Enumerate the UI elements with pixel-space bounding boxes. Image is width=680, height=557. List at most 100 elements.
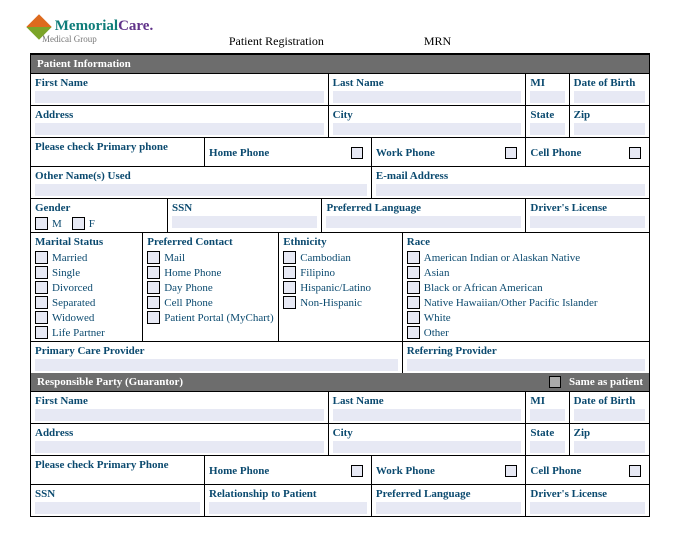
g-pref-lang-field[interactable] — [376, 502, 522, 514]
mrn-label: MRN — [424, 34, 451, 49]
marital-check-3[interactable] — [35, 296, 48, 309]
race-check-1[interactable] — [407, 266, 420, 279]
g-drivers-field[interactable] — [530, 502, 645, 514]
marital-label-3: Separated — [52, 297, 95, 309]
contact-label-4: Patient Portal (MyChart) — [164, 312, 273, 324]
mi-field[interactable] — [530, 91, 564, 103]
race-label-3: Native Hawaiian/Other Pacific Islander — [424, 297, 598, 309]
g-ssn-label: SSN — [35, 488, 200, 500]
race-label-1: Asian — [424, 267, 450, 279]
patient-form: Patient Information First Name Last Name… — [30, 53, 650, 517]
g-relationship-label: Relationship to Patient — [209, 488, 367, 500]
other-names-field[interactable] — [35, 184, 367, 196]
pref-lang-field[interactable] — [326, 216, 521, 228]
marital-check-1[interactable] — [35, 266, 48, 279]
marital-check-0[interactable] — [35, 251, 48, 264]
g-last-name-field[interactable] — [333, 409, 522, 421]
responsible-title: Responsible Party (Guarantor) — [37, 376, 183, 388]
g-mi-field[interactable] — [530, 409, 564, 421]
city-field[interactable] — [333, 123, 522, 135]
g-state-label: State — [530, 427, 564, 439]
race-check-2[interactable] — [407, 281, 420, 294]
contact-check-0[interactable] — [147, 251, 160, 264]
marital-label-2: Divorced — [52, 282, 93, 294]
ethnicity-label-2: Hispanic/Latino — [300, 282, 371, 294]
ethnicity-check-0[interactable] — [283, 251, 296, 264]
first-name-field[interactable] — [35, 91, 324, 103]
race-label-2: Black or African American — [424, 282, 543, 294]
race-check-4[interactable] — [407, 311, 420, 324]
g-address-label: Address — [35, 427, 324, 439]
g-pref-lang-label: Preferred Language — [376, 488, 522, 500]
zip-field[interactable] — [574, 123, 645, 135]
g-cell-phone-label: Cell Phone — [530, 465, 581, 477]
contact-label-3: Cell Phone — [164, 297, 213, 309]
ssn-field[interactable] — [172, 216, 318, 228]
race-check-0[interactable] — [407, 251, 420, 264]
section-responsible: Responsible Party (Guarantor) Same as pa… — [31, 373, 649, 391]
address-label: Address — [35, 109, 324, 121]
g-work-phone-check[interactable] — [505, 465, 517, 477]
marital-check-2[interactable] — [35, 281, 48, 294]
race-check-5[interactable] — [407, 326, 420, 339]
gender-f-check[interactable] — [72, 217, 85, 230]
gender-m-check[interactable] — [35, 217, 48, 230]
marital-label-4: Widowed — [52, 312, 94, 324]
pcp-field[interactable] — [35, 359, 398, 371]
g-first-name-field[interactable] — [35, 409, 324, 421]
g-relationship-field[interactable] — [209, 502, 367, 514]
same-as-check[interactable] — [549, 376, 561, 388]
g-ssn-field[interactable] — [35, 502, 200, 514]
ethnicity-check-1[interactable] — [283, 266, 296, 279]
work-phone-check[interactable] — [505, 147, 517, 159]
ethnicity-label-0: Cambodian — [300, 252, 351, 264]
marital-label-0: Married — [52, 252, 87, 264]
marital-label: Marital Status — [35, 236, 138, 248]
state-label: State — [530, 109, 564, 121]
dob-field[interactable] — [574, 91, 645, 103]
mi-label: MI — [530, 77, 564, 89]
address-field[interactable] — [35, 123, 324, 135]
race-label-5: Other — [424, 327, 449, 339]
contact-check-1[interactable] — [147, 266, 160, 279]
contact-check-3[interactable] — [147, 296, 160, 309]
g-state-field[interactable] — [530, 441, 564, 453]
email-field[interactable] — [376, 184, 645, 196]
last-name-label: Last Name — [333, 77, 522, 89]
logo-dot: . — [149, 18, 153, 34]
cell-phone-check[interactable] — [629, 147, 641, 159]
g-cell-phone-check[interactable] — [629, 465, 641, 477]
ethnicity-label-1: Filipino — [300, 267, 335, 279]
gender-m-label: M — [52, 218, 62, 230]
g-address-field[interactable] — [35, 441, 324, 453]
contact-label-0: Mail — [164, 252, 185, 264]
home-phone-check[interactable] — [351, 147, 363, 159]
g-city-field[interactable] — [333, 441, 522, 453]
contact-check-4[interactable] — [147, 311, 160, 324]
pcp-label: Primary Care Provider — [35, 345, 398, 357]
race-check-3[interactable] — [407, 296, 420, 309]
g-zip-field[interactable] — [574, 441, 645, 453]
g-home-phone-check[interactable] — [351, 465, 363, 477]
cell-phone-label: Cell Phone — [530, 147, 581, 159]
contact-check-2[interactable] — [147, 281, 160, 294]
logo-brand2: Care — [118, 18, 149, 34]
g-dob-field[interactable] — [574, 409, 645, 421]
contact-label-1: Home Phone — [164, 267, 221, 279]
g-last-name-label: Last Name — [333, 395, 522, 407]
marital-check-4[interactable] — [35, 311, 48, 324]
ssn-label: SSN — [172, 202, 318, 214]
g-drivers-label: Driver's License — [530, 488, 645, 500]
ethnicity-check-3[interactable] — [283, 296, 296, 309]
ethnicity-check-2[interactable] — [283, 281, 296, 294]
drivers-field[interactable] — [530, 216, 645, 228]
g-primary-phone-label: Please check Primary Phone — [35, 459, 200, 471]
g-work-phone-label: Work Phone — [376, 465, 435, 477]
last-name-field[interactable] — [333, 91, 522, 103]
referring-field[interactable] — [407, 359, 645, 371]
first-name-label: First Name — [35, 77, 324, 89]
state-field[interactable] — [530, 123, 564, 135]
marital-check-5[interactable] — [35, 326, 48, 339]
ethnicity-label-3: Non-Hispanic — [300, 297, 362, 309]
dob-label: Date of Birth — [574, 77, 645, 89]
